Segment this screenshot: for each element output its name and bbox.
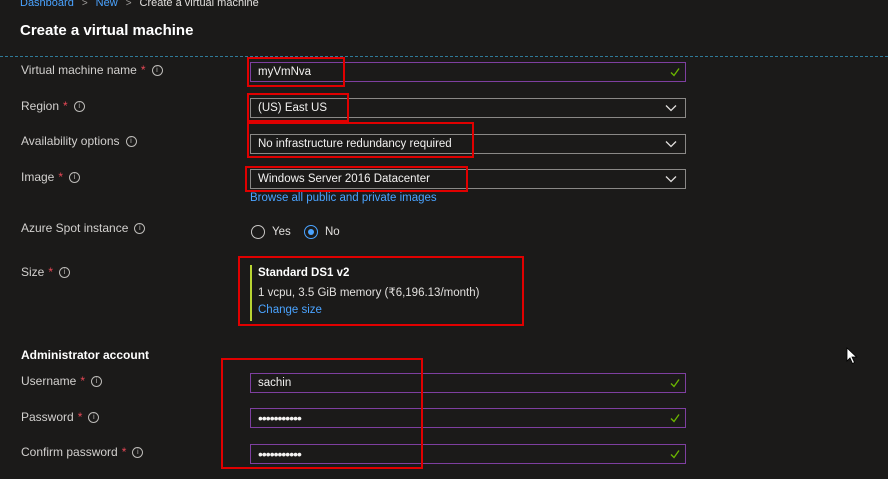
vm-name-label-text: Virtual machine name <box>21 63 137 77</box>
spot-label: Azure Spot instance i <box>21 220 146 236</box>
info-icon[interactable]: i <box>125 135 137 147</box>
highlight-box <box>245 166 468 192</box>
chevron-down-icon <box>665 105 677 112</box>
required-marker: * <box>140 63 146 77</box>
highlight-box <box>221 358 423 469</box>
availability-label-text: Availability options <box>21 134 120 148</box>
spot-yes-option[interactable]: Yes <box>251 224 291 240</box>
info-icon[interactable]: i <box>73 100 85 112</box>
size-label-text: Size <box>21 265 45 279</box>
required-marker: * <box>77 410 83 424</box>
required-marker: * <box>121 445 127 459</box>
confirm-password-label-text: Confirm password <box>21 445 118 459</box>
spot-label-text: Azure Spot instance <box>21 221 129 235</box>
breadcrumb-separator-icon: > <box>81 0 88 9</box>
check-icon <box>670 450 680 459</box>
info-icon[interactable]: i <box>59 266 71 278</box>
availability-label: Availability options i <box>21 133 137 149</box>
spot-no-option[interactable]: No <box>304 224 340 240</box>
radio-no[interactable] <box>304 225 318 239</box>
breadcrumb-separator-icon: > <box>125 0 132 9</box>
required-marker: * <box>58 170 64 184</box>
breadcrumb-current: Create a virtual machine <box>139 0 259 9</box>
breadcrumb: Dashboard > New > Create a virtual machi… <box>20 0 259 10</box>
info-icon[interactable]: i <box>91 375 103 387</box>
check-icon <box>670 68 680 77</box>
info-icon[interactable]: i <box>134 222 146 234</box>
chevron-down-icon <box>665 176 677 183</box>
breadcrumb-dashboard-link[interactable]: Dashboard <box>20 0 74 9</box>
required-marker: * <box>48 265 54 279</box>
region-label: Region * i <box>21 98 85 114</box>
size-label: Size * i <box>21 264 71 280</box>
highlight-box <box>247 57 345 87</box>
highlight-box <box>247 93 349 122</box>
mouse-pointer-icon <box>846 347 858 365</box>
highlight-box <box>247 122 474 158</box>
password-label-text: Password <box>21 410 74 424</box>
username-label-text: Username <box>21 374 77 388</box>
check-icon <box>670 414 680 423</box>
spot-no-label: No <box>325 226 340 238</box>
radio-yes[interactable] <box>251 225 265 239</box>
info-icon[interactable]: i <box>132 446 144 458</box>
header-divider <box>0 56 888 57</box>
info-icon[interactable]: i <box>88 411 100 423</box>
check-icon <box>670 379 680 388</box>
info-icon[interactable]: i <box>69 171 81 183</box>
page-title: Create a virtual machine <box>20 22 194 39</box>
vm-name-label: Virtual machine name * i <box>21 62 163 78</box>
password-label: Password * i <box>21 409 100 425</box>
required-marker: * <box>80 374 86 388</box>
image-label-text: Image <box>21 170 55 184</box>
image-label: Image * i <box>21 169 81 185</box>
spot-yes-label: Yes <box>272 226 291 238</box>
required-marker: * <box>63 99 68 113</box>
admin-section-heading: Administrator account <box>21 348 150 362</box>
confirm-password-label: Confirm password * i <box>21 444 144 460</box>
username-label: Username * i <box>21 373 103 389</box>
info-icon[interactable]: i <box>151 64 163 76</box>
chevron-down-icon <box>665 141 677 148</box>
region-label-text: Region <box>21 99 60 113</box>
browse-images-link[interactable]: Browse all public and private images <box>250 192 437 204</box>
breadcrumb-new-link[interactable]: New <box>96 0 118 9</box>
highlight-box <box>238 256 524 326</box>
